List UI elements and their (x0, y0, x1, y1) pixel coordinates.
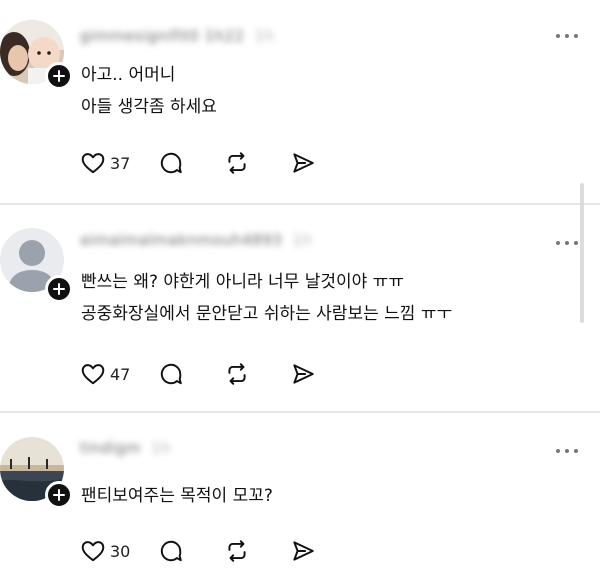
more-icon[interactable] (554, 446, 580, 456)
post-text: 빤쓰는 왜? 야한게 아니라 너무 날것이야 ㅠㅠ 공중화장실에서 문안닫고 쉬… (81, 266, 452, 330)
post-text: 아고.. 어머니 아들 생각좀 하세요 (81, 59, 217, 123)
share-icon (293, 541, 315, 561)
post-time: 1h (254, 27, 275, 45)
like-button[interactable]: 30 (80, 538, 130, 564)
username[interactable]: tindigm 1h (80, 439, 171, 457)
post-text-line: 팬티보여주는 목적이 모꼬? (81, 486, 273, 506)
action-bar: 37 (80, 150, 316, 176)
username[interactable]: gimmesignifit0 1h22 1h (80, 27, 275, 45)
share-button[interactable] (290, 361, 316, 387)
heart-icon (81, 153, 105, 174)
repost-button[interactable] (224, 361, 250, 387)
repost-button[interactable] (224, 150, 250, 176)
post-text-line: 아들 생각좀 하세요 (81, 97, 217, 117)
divider (0, 203, 600, 205)
repost-button[interactable] (224, 538, 250, 564)
plus-icon (53, 70, 65, 82)
share-button[interactable] (290, 150, 316, 176)
action-bar: 47 (80, 361, 316, 387)
like-count: 30 (110, 541, 131, 561)
share-icon (293, 153, 315, 173)
comment-button[interactable] (158, 538, 184, 564)
post-text: 팬티보여주는 목적이 모꼬? (81, 480, 273, 512)
post: gimmesignifit0 1h22 1h 아고.. 어머니 아들 생각좀 하세… (0, 0, 600, 203)
heart-icon (81, 541, 105, 562)
repost-icon (228, 152, 246, 174)
like-count: 47 (110, 364, 131, 384)
comment-icon (161, 540, 183, 562)
follow-button[interactable] (45, 62, 73, 90)
post-text-line: 아고.. 어머니 (81, 65, 176, 85)
username[interactable]: aimalmalmaknmouh4893 1h (80, 231, 313, 249)
comment-icon (161, 152, 183, 174)
heart-icon (81, 364, 105, 385)
post: tindigm 1h 팬티보여주는 목적이 모꼬? 30 (0, 413, 600, 570)
follow-button[interactable] (45, 481, 73, 509)
more-icon[interactable] (554, 31, 580, 41)
like-button[interactable]: 37 (80, 150, 130, 176)
post-text-line: 빤쓰는 왜? 야한게 아니라 너무 날것이야 ㅠㅠ (81, 272, 404, 292)
post-time: 1h (150, 439, 171, 457)
comment-button[interactable] (158, 361, 184, 387)
post-text-line: 공중화장실에서 문안닫고 쉬하는 사람보는 느낌 ㅠㅜ (81, 304, 453, 324)
username-text: aimalmalmaknmouh4893 (80, 231, 283, 249)
like-count: 37 (110, 153, 131, 173)
repost-icon (228, 363, 246, 385)
like-button[interactable]: 47 (80, 361, 130, 387)
share-icon (293, 364, 315, 384)
username-text: tindigm (80, 439, 141, 457)
follow-button[interactable] (45, 275, 73, 303)
scrollbar[interactable] (580, 183, 584, 323)
repost-icon (228, 540, 246, 562)
action-bar: 30 (80, 538, 316, 564)
plus-icon (53, 489, 65, 501)
username-text: gimmesignifit0 1h22 (80, 27, 245, 45)
plus-icon (53, 283, 65, 295)
post-time: 1h (292, 231, 313, 249)
more-icon[interactable] (554, 238, 580, 248)
share-button[interactable] (290, 538, 316, 564)
comment-icon (161, 363, 183, 385)
comment-button[interactable] (158, 150, 184, 176)
post: aimalmalmaknmouh4893 1h 빤쓰는 왜? 야한게 아니라 너무… (0, 206, 600, 411)
